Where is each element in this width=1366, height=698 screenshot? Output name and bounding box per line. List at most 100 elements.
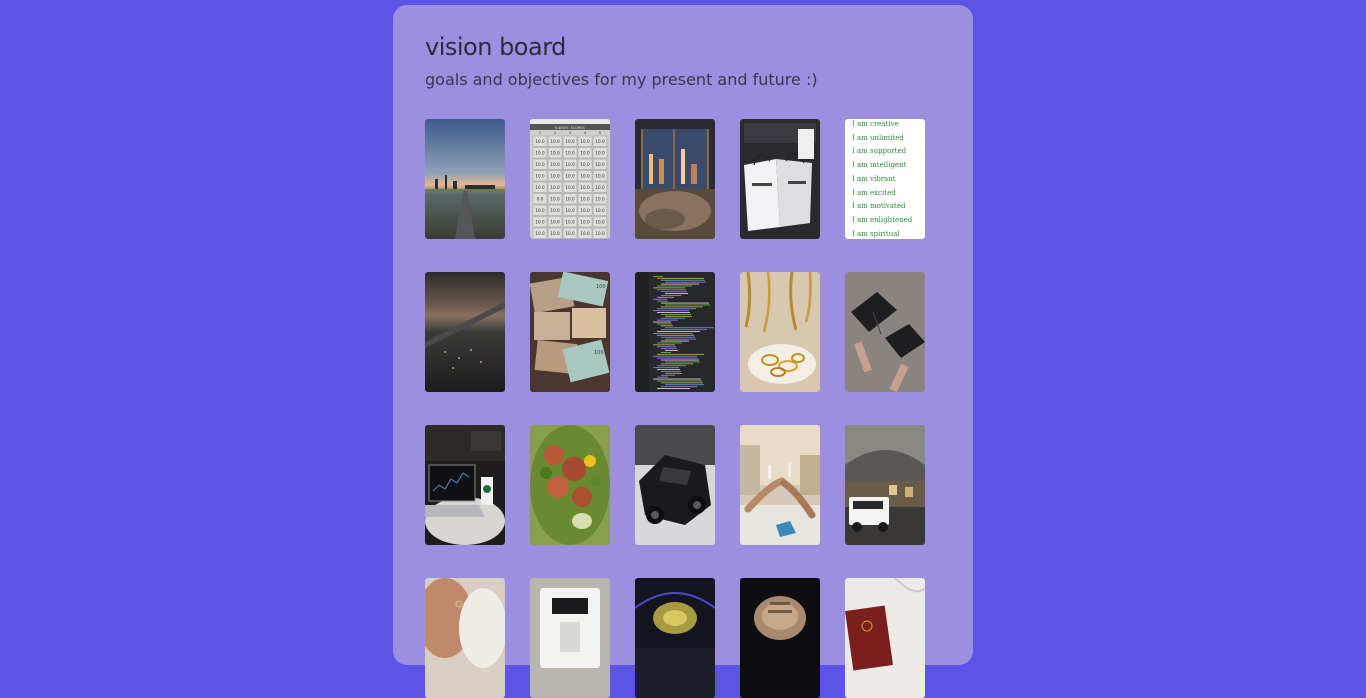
code-line [661,291,687,293]
scoreboard-score: 10.0 [580,231,590,236]
scoreboard-score: 10.0 [565,208,575,213]
coffee-machine-photo[interactable] [530,578,610,698]
affirmation-line: I am motivated [852,202,906,211]
code-line [661,374,675,376]
scoreboard-column-label: 5 [599,131,601,135]
code-line [661,283,699,285]
affirmation-line: I am enlightened [852,215,913,224]
scoreboard-score: 10.0 [580,208,590,213]
scoreboard-photo[interactable]: JUDGES' SCORES 1 2 3 4 5 10.0 10.0 10.0 10.0 10.0… [530,119,610,239]
scoreboard-score: 10.0 [595,208,605,213]
passport-photo[interactable] [845,578,925,698]
affirmation-line: I am supported [852,147,907,156]
affirmations-list[interactable]: I am creative I am unlimited I am supporte… [845,119,925,239]
money-fan-photo[interactable] [740,578,820,698]
code-line [657,334,694,336]
luxury-car-photo[interactable] [635,425,715,545]
code-line [661,340,689,342]
laptop-coffee-photo[interactable] [425,425,505,545]
scoreboard-score: 10.0 [580,185,590,190]
scoreboard-score: 10.0 [550,231,560,236]
city-sunset-photo[interactable] [425,119,505,239]
scoreboard-score: 10.0 [595,220,605,225]
code-line [657,357,698,359]
scoreboard-score: 10.0 [535,231,545,236]
page-title: vision board [425,33,566,61]
scoreboard-score: 10.0 [565,139,575,144]
scoreboard-score: 10.0 [535,139,545,144]
affirmation-line: I am unlimited [852,133,904,142]
code-line [661,352,671,353]
code-line [657,353,704,355]
code-line [665,338,696,340]
scoreboard-score: 10.0 [595,197,605,202]
code-line [657,380,702,382]
code-line [661,306,703,308]
salad-plate-photo[interactable] [530,425,610,545]
code-line [661,371,681,372]
city-night-bedroom-photo[interactable] [635,119,715,239]
code-line [657,277,704,279]
scoreboard-score: 10.0 [595,174,605,179]
graduation-caps-photo[interactable] [845,272,925,392]
scoreboard-column-label: 1 [539,131,541,135]
airplane-window-photo[interactable] [425,272,505,392]
scoreboard-score: 10.0 [565,231,575,236]
code-line [657,388,690,389]
scoreboard-score: 10.0 [565,185,575,190]
gold-jewelry-photo[interactable] [740,272,820,392]
code-line [661,302,709,304]
code-line [657,365,686,367]
code-line [653,355,697,357]
scoreboard-score: 10.0 [550,151,560,156]
code-line [661,363,693,365]
scoreboard-score: 10.0 [565,162,575,167]
code-line [657,300,668,302]
image-grid: JUDGES' SCORES 1 2 3 4 5 10.0 10.0 10.0 10.0 10.0… [425,119,925,698]
code-line [657,331,700,332]
code-line [657,342,682,344]
code-editor-photo[interactable] [635,272,715,392]
code-line [665,361,700,363]
code-line [657,296,674,298]
code-line [653,276,663,277]
shopping-bags-photo[interactable] [740,119,820,239]
code-line [661,386,697,388]
code-line [653,287,685,289]
code-line [661,279,705,281]
cash-stacks-photo[interactable]: 100 100 [530,272,610,392]
scoreboard-score: 10.0 [535,208,545,213]
code-line [665,327,714,329]
code-line [661,329,707,331]
affirmation-line: I am vibrant [852,174,896,183]
scoreboard-score: 10.0 [580,220,590,225]
code-line [653,321,671,323]
scoreboard-score: 10.0 [550,174,560,179]
code-line [653,378,701,380]
code-line [653,298,667,300]
scoreboard-score: 10.0 [595,151,605,156]
code-line [665,281,706,283]
code-line [653,333,693,334]
portrait-photo[interactable] [425,578,505,698]
toast-hands-photo[interactable] [740,425,820,545]
scoreboard-score: 10.0 [535,162,545,167]
scoreboard-score: 10.0 [595,139,605,144]
scoreboard-score: 10.0 [580,139,590,144]
code-line [653,310,689,312]
scoreboard-score: 10.0 [550,197,560,202]
scoreboard-header: JUDGES' SCORES [554,126,586,130]
code-line [661,336,695,338]
suv-parking-photo[interactable] [845,425,925,545]
affirmation-line: I am spiritual [852,229,900,238]
scoreboard-score: 10.0 [535,220,545,225]
affirmation-line: I am creative [852,120,899,128]
scoreboard-score: 10.0 [535,185,545,190]
code-line [661,295,681,296]
code-line [665,384,704,386]
car-dashboard-photo[interactable] [635,578,715,698]
scoreboard-score: 10.0 [550,185,560,190]
scoreboard-score: 10.0 [535,151,545,156]
scoreboard-score: 10.0 [550,162,560,167]
code-line [657,346,676,348]
